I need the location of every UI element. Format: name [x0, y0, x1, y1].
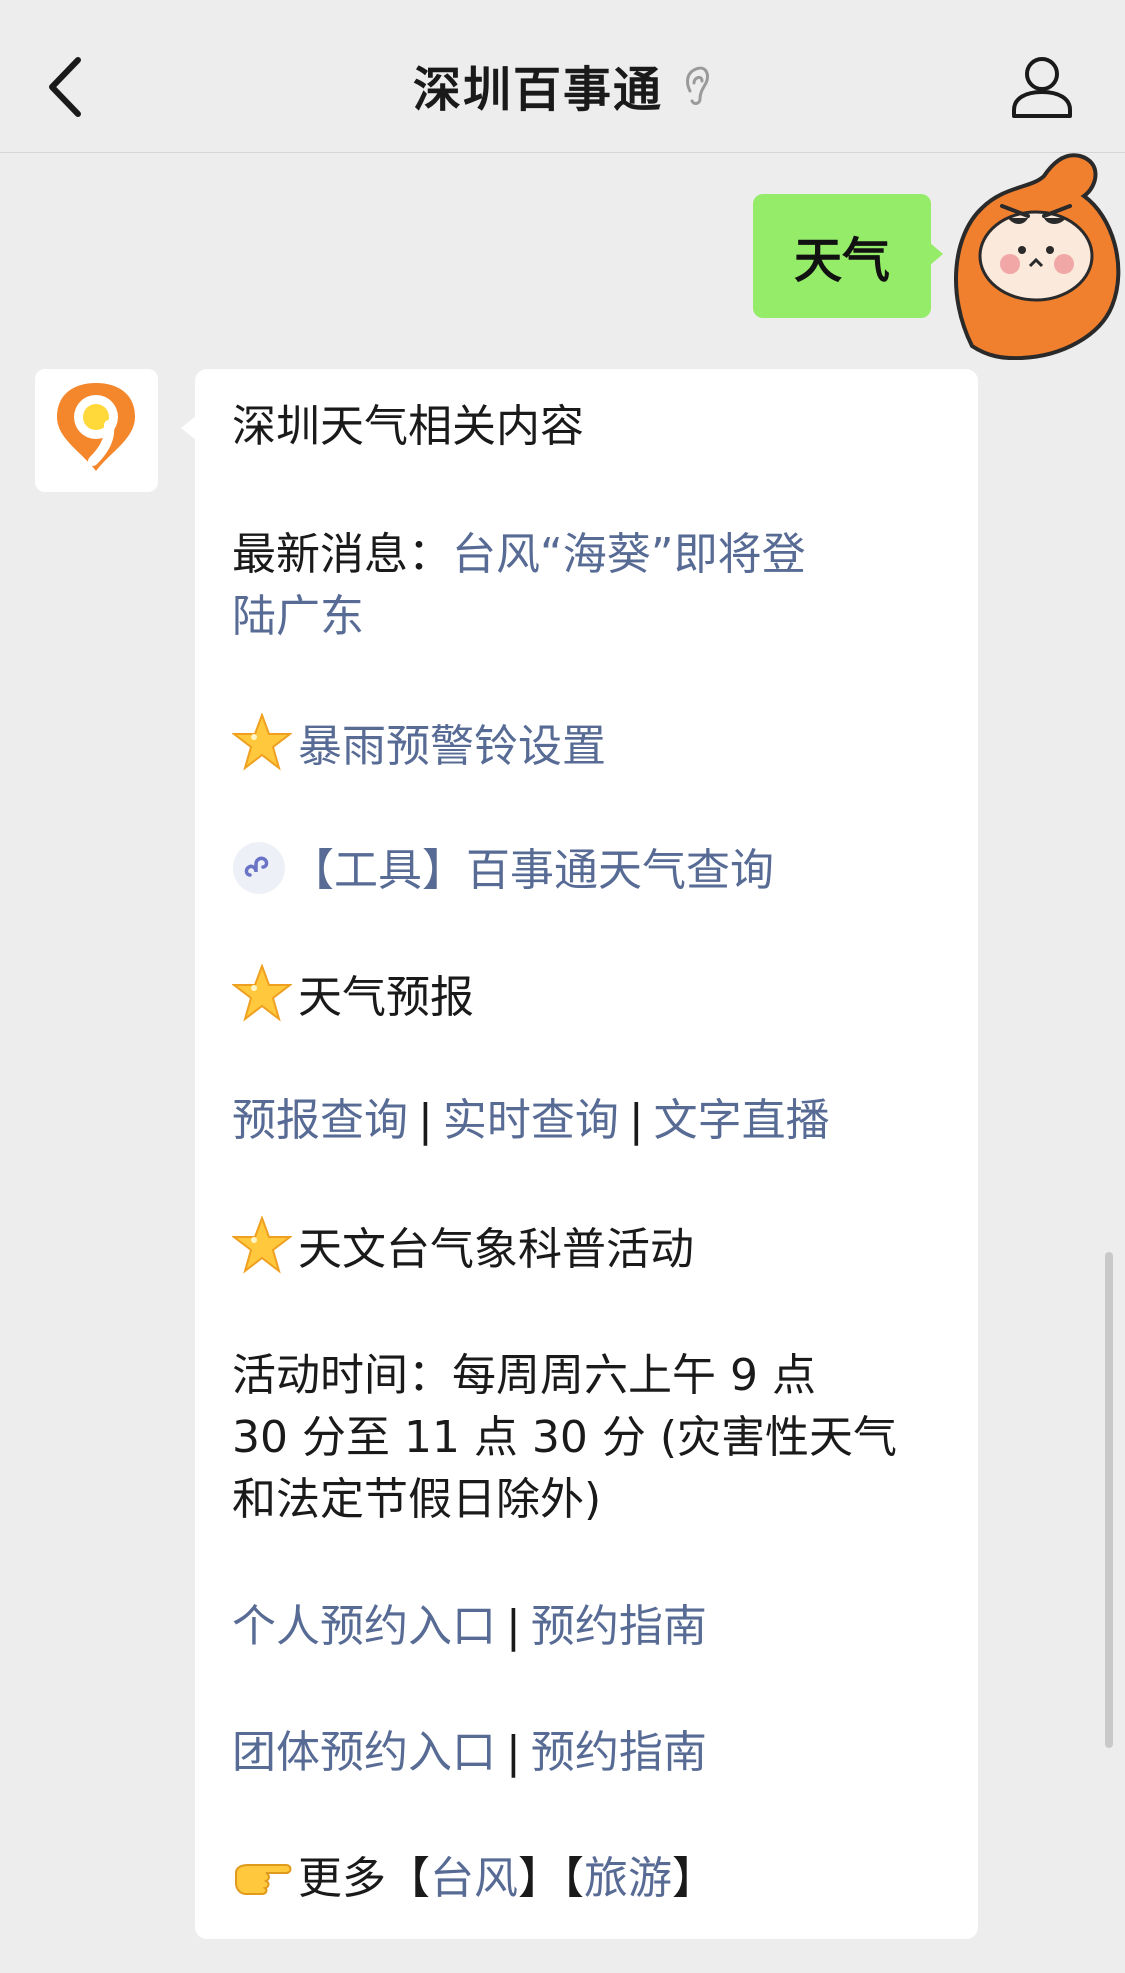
sent-bubble-tail	[929, 242, 943, 266]
latest-label: 最新消息：	[232, 529, 452, 580]
separator: |	[506, 1601, 521, 1652]
forecast-query-link[interactable]: 预报查询	[232, 1095, 408, 1146]
chat-header: 深圳百事通	[0, 0, 1125, 153]
scrollbar[interactable]	[1105, 1252, 1113, 1748]
activity-time-line-3: 和法定节假日除外)	[232, 1474, 602, 1525]
pointing-hand-icon	[235, 1864, 292, 1895]
realtime-query-link[interactable]: 实时查询	[443, 1095, 619, 1146]
more-travel-link[interactable]: 旅游	[584, 1853, 672, 1904]
reply-heading: 深圳天气相关内容	[232, 401, 584, 452]
rain-alert-line: 暴雨预警铃设置	[232, 713, 606, 778]
bot-avatar[interactable]	[35, 369, 158, 492]
more-label: 更多	[298, 1853, 386, 1904]
bracket-open: 【	[386, 1853, 430, 1904]
personal-entry-link[interactable]: 个人预约入口	[232, 1601, 496, 1652]
activity-time-line-1: 活动时间：每周周六上午 9 点	[232, 1350, 816, 1401]
title-wrap: 深圳百事通	[0, 50, 1125, 120]
observatory-heading-line: 天文台气象科普活动	[232, 1216, 694, 1281]
latest-news-link[interactable]: 台风“海葵”即将登	[452, 529, 806, 580]
more-line: 更多【台风】【旅游】	[232, 1848, 716, 1910]
text-live-link[interactable]: 文字直播	[654, 1095, 830, 1146]
activity-time-line-2: 30 分至 11 点 30 分 (灾害性天气	[232, 1412, 898, 1463]
sent-message-bubble[interactable]: 天气	[753, 194, 931, 318]
latest-news-line: 最新消息：台风“海葵”即将登	[232, 524, 806, 586]
bracket-close: 】	[518, 1853, 562, 1904]
profile-icon[interactable]	[1008, 54, 1076, 120]
latest-news-link-continued[interactable]: 陆广东	[232, 586, 364, 648]
separator: |	[628, 1095, 644, 1146]
bracket-open: 【	[562, 1853, 584, 1904]
forecast-heading-line: 天气预报	[232, 964, 474, 1029]
group-entry-link[interactable]: 团体预约入口	[232, 1727, 496, 1778]
tool-line: 【工具】百事通天气查询	[232, 840, 774, 902]
rain-alert-link[interactable]: 暴雨预警铃设置	[298, 721, 606, 772]
booking-guide-link[interactable]: 预约指南	[531, 1727, 707, 1778]
separator: |	[506, 1727, 521, 1778]
tool-link[interactable]: 【工具】百事通天气查询	[290, 845, 774, 896]
star-icon	[232, 713, 292, 771]
star-icon	[232, 964, 292, 1022]
reply-bubble-tail	[181, 416, 196, 440]
ear-icon	[686, 66, 710, 105]
forecast-heading: 天气预报	[298, 972, 474, 1023]
chat-title: 深圳百事通	[412, 62, 663, 118]
group-booking-line: 团体预约入口 | 预约指南	[232, 1722, 707, 1784]
location-logo-icon	[57, 383, 135, 471]
star-icon	[232, 1216, 292, 1274]
more-typhoon-link[interactable]: 台风	[430, 1853, 518, 1904]
user-avatar[interactable]	[952, 146, 1122, 360]
personal-booking-line: 个人预约入口 | 预约指南	[232, 1596, 707, 1658]
sent-message-text: 天气	[793, 233, 890, 289]
booking-guide-link[interactable]: 预约指南	[531, 1601, 707, 1652]
separator: |	[418, 1095, 433, 1146]
mini-program-icon	[233, 842, 285, 894]
observatory-heading: 天文台气象科普活动	[298, 1224, 694, 1275]
forecast-links-line: 预报查询 | 实时查询 | 文字直播	[232, 1090, 830, 1152]
bracket-close: 】	[672, 1853, 716, 1904]
